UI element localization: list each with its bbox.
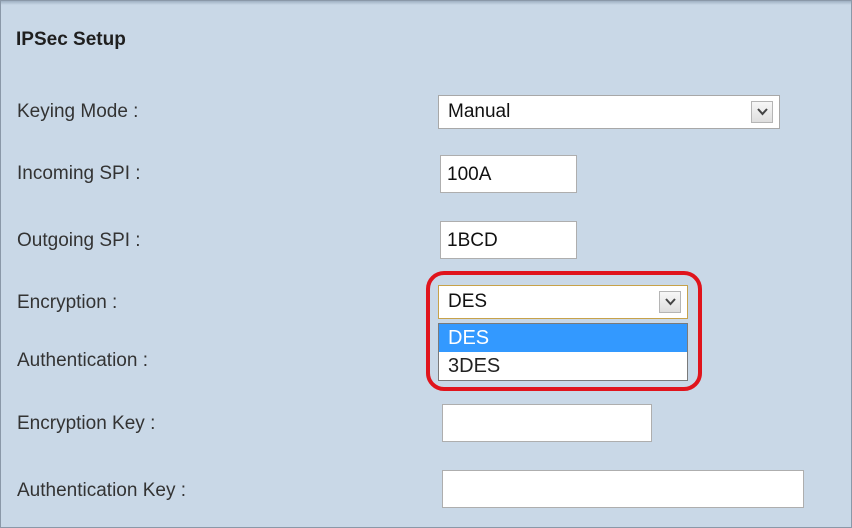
encryption-key-label: Encryption Key : <box>17 413 156 434</box>
keying-mode-label: Keying Mode : <box>17 101 139 122</box>
encryption-value: DES <box>448 291 488 312</box>
outgoing-spi-value: 1BCD <box>447 230 498 251</box>
encryption-option-3des[interactable]: 3DES <box>439 352 687 380</box>
keying-mode-select[interactable]: Manual <box>438 95 780 129</box>
outgoing-spi-label: Outgoing SPI : <box>17 230 141 251</box>
keying-mode-value: Manual <box>448 101 511 122</box>
chevron-down-icon[interactable] <box>659 291 681 313</box>
ipsec-setup-panel: IPSec Setup Keying Mode : Manual Incomin… <box>0 0 852 528</box>
incoming-spi-label: Incoming SPI : <box>17 163 141 184</box>
authentication-key-label: Authentication Key : <box>17 480 186 501</box>
encryption-option-des[interactable]: DES <box>439 324 687 352</box>
incoming-spi-input[interactable]: 100A <box>440 155 577 193</box>
encryption-label: Encryption : <box>17 292 118 313</box>
outgoing-spi-input[interactable]: 1BCD <box>440 221 577 259</box>
chevron-down-icon[interactable] <box>751 101 773 123</box>
authentication-label: Authentication : <box>17 350 148 371</box>
incoming-spi-value: 100A <box>447 164 492 185</box>
encryption-dropdown-list: DES 3DES <box>438 323 688 381</box>
top-divider <box>1 1 851 5</box>
section-title: IPSec Setup <box>16 29 126 50</box>
encryption-key-input[interactable] <box>442 404 652 442</box>
encryption-select[interactable]: DES <box>438 285 688 319</box>
authentication-key-input[interactable] <box>442 470 804 508</box>
